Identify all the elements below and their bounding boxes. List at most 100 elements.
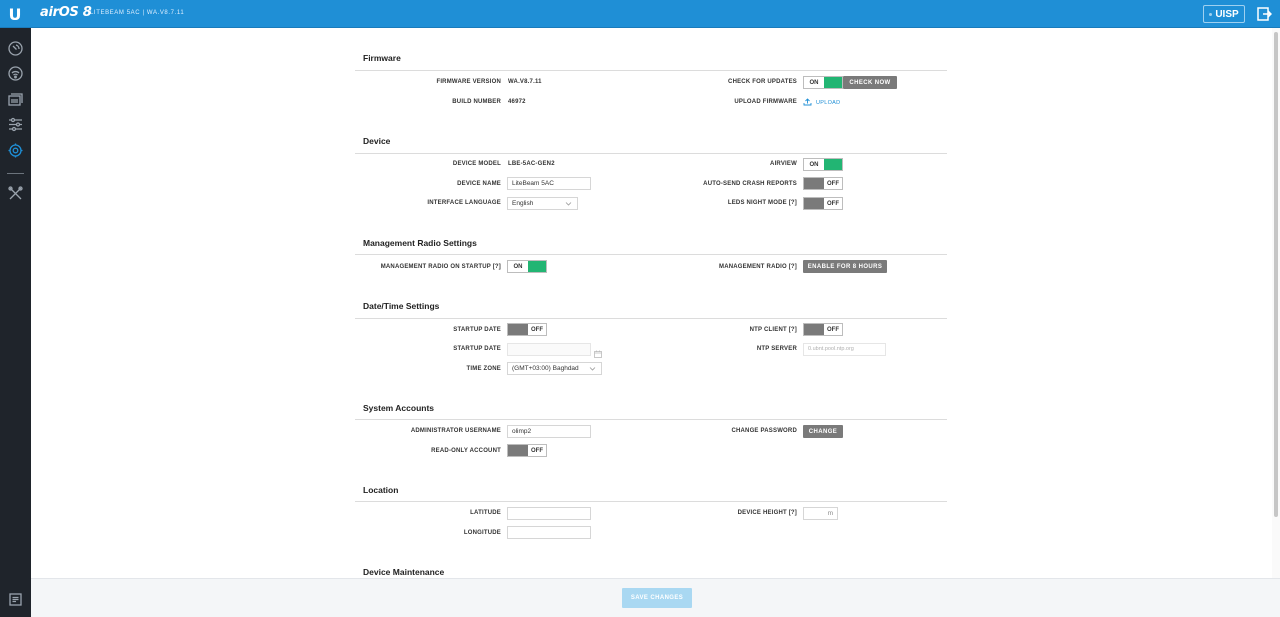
dashboard-icon[interactable] [7, 40, 24, 57]
select-value: (GMT+03:00) Baghdad [512, 365, 579, 372]
firmware-version-label: FIRMWARE VERSION [436, 79, 501, 85]
upload-link-label: UPLOAD [816, 100, 841, 106]
ubiquiti-logo[interactable]: U [0, 0, 30, 28]
toggle-text: ON [804, 77, 824, 88]
save-changes-button[interactable]: SAVE CHANGES [622, 588, 692, 608]
toggle-text: OFF [824, 178, 842, 189]
chevron-down-icon [565, 200, 572, 207]
section-title-accounts: System Accounts [363, 403, 435, 413]
longitude-input[interactable] [507, 526, 591, 539]
section-title-device: Device [363, 136, 391, 146]
section-divider [355, 153, 947, 154]
toggle-knob [824, 77, 842, 88]
upload-firmware-label: UPLOAD FIRMWARE [734, 99, 797, 105]
ntp-client-toggle[interactable]: OFF [803, 323, 843, 336]
network-icon[interactable] [7, 91, 24, 108]
section-divider [355, 254, 947, 255]
startup-date-toggle[interactable]: OFF [507, 323, 547, 336]
device-model-value: LBE-5AC-GEN2 [508, 161, 555, 167]
device-height-label: DEVICE HEIGHT [?] [737, 510, 797, 516]
toggle-text: ON [508, 261, 528, 272]
section-title-datetime: Date/Time Settings [363, 301, 440, 311]
toggle-knob [528, 261, 546, 272]
log-icon[interactable] [7, 591, 24, 608]
crash-reports-label: AUTO-SEND CRASH REPORTS [703, 181, 797, 187]
change-password-label: CHANGE PASSWORD [731, 428, 797, 434]
toggle-knob [824, 159, 842, 170]
section-title-location: Location [363, 485, 399, 495]
select-value: English [512, 200, 534, 207]
toggle-knob [508, 324, 528, 335]
section-divider [355, 501, 947, 502]
build-number-label: BUILD NUMBER [452, 99, 501, 105]
device-height-input[interactable]: m [803, 507, 838, 520]
ntp-client-label: NTP CLIENT [?] [749, 327, 797, 333]
chevron-down-icon [589, 365, 596, 372]
latitude-input[interactable] [507, 507, 591, 520]
scrollbar-thumb[interactable] [1274, 32, 1278, 517]
airview-toggle[interactable]: ON [803, 158, 843, 171]
toggle-knob [804, 178, 824, 189]
settings-gear-icon[interactable] [7, 142, 24, 159]
admin-username-input[interactable]: olimp2 [507, 425, 591, 438]
sidebar-divider [7, 173, 24, 174]
airview-label: AIRVIEW [770, 161, 797, 167]
uisp-label: UISP [1215, 8, 1239, 20]
upload-link[interactable]: UPLOAD [803, 98, 840, 108]
ntp-server-input[interactable]: 0.ubnt.pool.ntp.org [803, 343, 886, 356]
calendar-icon[interactable] [594, 345, 602, 358]
readonly-account-toggle[interactable]: OFF [507, 444, 547, 457]
logout-icon[interactable] [1256, 6, 1273, 22]
leds-night-mode-toggle[interactable]: OFF [803, 197, 843, 210]
crash-reports-toggle[interactable]: OFF [803, 177, 843, 190]
build-number-value: 46972 [508, 99, 526, 105]
app-window: U airOS 8 LITEBEAM 5AC | WA.V8.7.11 UISP [0, 0, 1280, 617]
toggle-text: OFF [528, 324, 546, 335]
toggle-knob [508, 445, 528, 456]
leds-night-mode-label: LEDS NIGHT MODE [?] [727, 200, 797, 206]
change-password-button[interactable]: CHANGE [803, 425, 843, 438]
upload-icon [803, 98, 812, 108]
toggle-text: ON [804, 159, 824, 170]
admin-username-label: ADMINISTRATOR USERNAME [410, 428, 501, 434]
airos-brand: airOS 8 [40, 5, 92, 20]
tools-icon[interactable] [7, 185, 24, 202]
device-name-label: DEVICE NAME [457, 181, 501, 187]
section-divider [355, 419, 947, 420]
check-updates-toggle[interactable]: ON [803, 76, 843, 89]
toggle-text: OFF [824, 198, 842, 209]
interface-language-label: INTERFACE LANGUAGE [427, 200, 501, 206]
firmware-version-value: WA.V8.7.11 [508, 79, 542, 85]
startup-date-input-label: STARTUP DATE [453, 346, 501, 352]
startup-date-input[interactable] [507, 343, 591, 356]
longitude-label: LONGITUDE [463, 530, 501, 536]
ntp-server-label: NTP SERVER [756, 346, 797, 352]
interface-language-select[interactable]: English [507, 197, 578, 210]
services-icon[interactable] [7, 116, 24, 133]
startup-date-label: STARTUP DATE [453, 327, 501, 333]
toggle-text: OFF [528, 445, 546, 456]
top-bar: U airOS 8 LITEBEAM 5AC | WA.V8.7.11 UISP [0, 0, 1280, 28]
uisp-button[interactable]: UISP [1203, 5, 1245, 23]
section-title-management-radio: Management Radio Settings [363, 238, 477, 248]
toggle-text: OFF [824, 324, 842, 335]
mgmt-radio-label: MANAGEMENT RADIO [?] [719, 264, 797, 270]
toggle-knob [804, 198, 824, 209]
enable-8-hours-button[interactable]: ENABLE FOR 8 HOURS [803, 260, 887, 273]
device-name-input[interactable]: LiteBeam 5AC [507, 177, 591, 190]
device-info: LITEBEAM 5AC | WA.V8.7.11 [90, 10, 185, 16]
sidebar [0, 28, 31, 617]
section-title-firmware: Firmware [363, 53, 401, 63]
section-title-maintenance: Device Maintenance [363, 567, 445, 577]
check-now-button[interactable]: CHECK NOW [843, 76, 897, 89]
check-updates-label: CHECK FOR UPDATES [728, 79, 797, 85]
height-unit: m [827, 510, 833, 517]
section-divider [355, 70, 947, 71]
latitude-label: LATITUDE [470, 510, 501, 516]
mgmt-radio-startup-toggle[interactable]: ON [507, 260, 547, 273]
status-dot-icon [1209, 12, 1213, 16]
readonly-account-label: READ-ONLY ACCOUNT [431, 448, 501, 454]
wireless-icon[interactable] [7, 65, 24, 82]
time-zone-label: TIME ZONE [466, 366, 501, 372]
time-zone-select[interactable]: (GMT+03:00) Baghdad [507, 362, 602, 375]
